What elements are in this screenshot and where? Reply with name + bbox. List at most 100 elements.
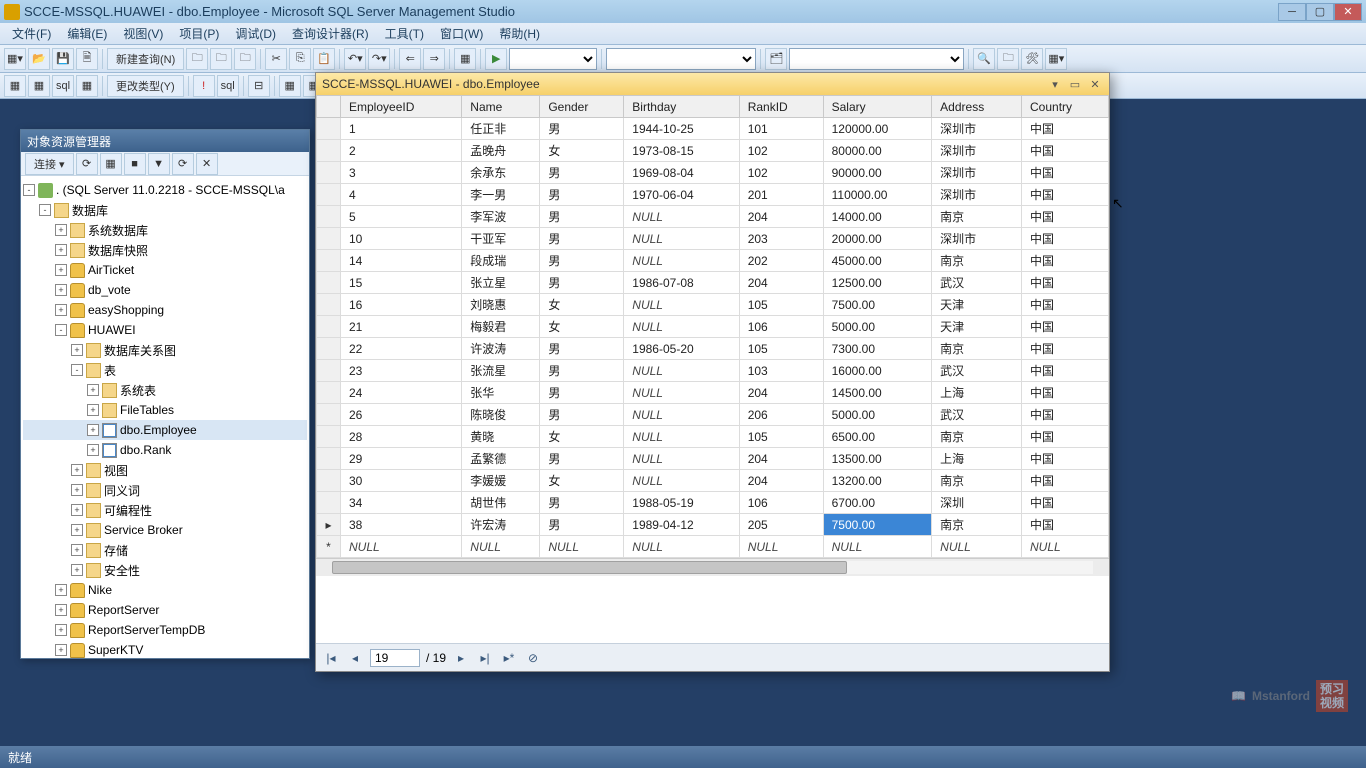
cell[interactable]: 1970-06-04 bbox=[624, 184, 739, 206]
cell[interactable]: 武汉 bbox=[932, 360, 1022, 382]
new-query-button[interactable]: 新建查询(N) bbox=[107, 48, 184, 70]
cell[interactable]: 中国 bbox=[1022, 382, 1109, 404]
tree-node[interactable]: +AirTicket bbox=[23, 260, 307, 280]
cell[interactable]: 女 bbox=[540, 470, 624, 492]
cell[interactable]: NULL bbox=[540, 536, 624, 558]
cell[interactable]: 105 bbox=[739, 426, 823, 448]
cell[interactable]: 男 bbox=[540, 184, 624, 206]
maximize-button[interactable]: ▢ bbox=[1306, 3, 1334, 21]
table-row[interactable]: 21梅毅君女NULL1065000.00天津中国 bbox=[317, 316, 1109, 338]
nav-last-icon[interactable]: ▸| bbox=[476, 649, 494, 667]
cell[interactable]: 深圳市 bbox=[932, 118, 1022, 140]
tree-node[interactable]: +可编程性 bbox=[23, 500, 307, 520]
cell[interactable]: 80000.00 bbox=[823, 140, 932, 162]
tree-node[interactable]: +dbo.Employee bbox=[23, 420, 307, 440]
expander-icon[interactable]: + bbox=[55, 604, 67, 616]
table-row[interactable]: 24张华男NULL20414500.00上海中国 bbox=[317, 382, 1109, 404]
tree-node[interactable]: +数据库快照 bbox=[23, 240, 307, 260]
menu-item[interactable]: 调试(D) bbox=[227, 23, 284, 44]
cell[interactable]: NULL bbox=[624, 250, 739, 272]
tree-node[interactable]: -. (SQL Server 11.0.2218 - SCCE-MSSQL\a bbox=[23, 180, 307, 200]
cell[interactable]: 204 bbox=[739, 206, 823, 228]
table-row[interactable]: 1任正非男1944-10-25101120000.00深圳市中国 bbox=[317, 118, 1109, 140]
cell[interactable]: 许宏涛 bbox=[462, 514, 540, 536]
redo-icon[interactable]: ↷▾ bbox=[368, 48, 390, 70]
cell[interactable]: 14500.00 bbox=[823, 382, 932, 404]
expander-icon[interactable]: - bbox=[71, 364, 83, 376]
cell[interactable]: 女 bbox=[540, 140, 624, 162]
expander-icon[interactable]: + bbox=[55, 304, 67, 316]
cell[interactable]: 14 bbox=[341, 250, 462, 272]
cell[interactable]: 南京 bbox=[932, 206, 1022, 228]
cell[interactable]: 张立星 bbox=[462, 272, 540, 294]
table-row[interactable]: 16刘晓惠女NULL1057500.00天津中国 bbox=[317, 294, 1109, 316]
tb-icon-5[interactable]: 🗂 bbox=[765, 48, 787, 70]
new-project-icon[interactable]: ▦▾ bbox=[4, 48, 26, 70]
menu-item[interactable]: 编辑(E) bbox=[59, 23, 115, 44]
tree-node[interactable]: -HUAWEI bbox=[23, 320, 307, 340]
table-row[interactable]: 10干亚军男NULL20320000.00深圳市中国 bbox=[317, 228, 1109, 250]
cut-icon[interactable]: ✂ bbox=[265, 48, 287, 70]
save-icon[interactable]: 💾 bbox=[52, 48, 74, 70]
tree-node[interactable]: +easyShopping bbox=[23, 300, 307, 320]
expander-icon[interactable]: + bbox=[55, 624, 67, 636]
expander-icon[interactable]: + bbox=[55, 584, 67, 596]
data-grid[interactable]: EmployeeIDNameGenderBirthdayRankIDSalary… bbox=[316, 95, 1109, 643]
cell[interactable]: 男 bbox=[540, 162, 624, 184]
cell[interactable]: 6700.00 bbox=[823, 492, 932, 514]
menu-item[interactable]: 工具(T) bbox=[377, 23, 432, 44]
qd-icon-3[interactable]: ▦ bbox=[76, 75, 98, 97]
cell[interactable]: 中国 bbox=[1022, 206, 1109, 228]
cell[interactable]: 6500.00 bbox=[823, 426, 932, 448]
cell[interactable]: 1 bbox=[341, 118, 462, 140]
cell[interactable]: 1944-10-25 bbox=[624, 118, 739, 140]
cell[interactable]: 4 bbox=[341, 184, 462, 206]
sql-icon[interactable]: sql bbox=[52, 75, 74, 97]
paste-icon[interactable]: 📋 bbox=[313, 48, 335, 70]
cell[interactable]: 16000.00 bbox=[823, 360, 932, 382]
cell[interactable]: 1969-08-04 bbox=[624, 162, 739, 184]
expander-icon[interactable]: + bbox=[55, 224, 67, 236]
cell[interactable]: 中国 bbox=[1022, 272, 1109, 294]
tree-node[interactable]: +存储 bbox=[23, 540, 307, 560]
cell[interactable]: 黄晓 bbox=[462, 426, 540, 448]
cell[interactable]: 余承东 bbox=[462, 162, 540, 184]
doc-restore-icon[interactable]: ▭ bbox=[1067, 77, 1083, 91]
menu-item[interactable]: 帮助(H) bbox=[491, 23, 548, 44]
cell[interactable]: 29 bbox=[341, 448, 462, 470]
cell[interactable]: 李军波 bbox=[462, 206, 540, 228]
nav-fwd-icon[interactable]: ⇒ bbox=[423, 48, 445, 70]
table-row[interactable]: 38许宏涛男1989-04-122057500.00南京中国 bbox=[317, 514, 1109, 536]
qd-icon-5[interactable]: ▦ bbox=[279, 75, 301, 97]
cell[interactable]: 中国 bbox=[1022, 294, 1109, 316]
tree-node[interactable]: +Service Broker bbox=[23, 520, 307, 540]
verify-sql-icon[interactable]: sql bbox=[217, 75, 239, 97]
cell[interactable]: 120000.00 bbox=[823, 118, 932, 140]
oe-refresh-icon[interactable]: ⟳ bbox=[76, 153, 98, 175]
cell[interactable]: NULL bbox=[624, 404, 739, 426]
tree-node[interactable]: +SuperKTV bbox=[23, 640, 307, 658]
column-header[interactable]: Birthday bbox=[624, 96, 739, 118]
cell[interactable]: 男 bbox=[540, 118, 624, 140]
cell[interactable]: 中国 bbox=[1022, 118, 1109, 140]
expander-icon[interactable]: - bbox=[55, 324, 67, 336]
cell[interactable]: 中国 bbox=[1022, 470, 1109, 492]
menu-item[interactable]: 查询设计器(R) bbox=[284, 23, 377, 44]
oe-filter-icon[interactable]: ▼ bbox=[148, 153, 170, 175]
cell[interactable]: NULL bbox=[624, 294, 739, 316]
cell[interactable]: 孟繁德 bbox=[462, 448, 540, 470]
cell[interactable]: 7300.00 bbox=[823, 338, 932, 360]
table-row[interactable]: 2孟晚舟女1973-08-1510280000.00深圳市中国 bbox=[317, 140, 1109, 162]
column-header[interactable]: Name bbox=[462, 96, 540, 118]
tree-node[interactable]: +视图 bbox=[23, 460, 307, 480]
expander-icon[interactable]: + bbox=[55, 644, 67, 656]
cell[interactable]: 1973-08-15 bbox=[624, 140, 739, 162]
cell[interactable]: 中国 bbox=[1022, 426, 1109, 448]
oe-icon-3[interactable]: ✕ bbox=[196, 153, 218, 175]
cell[interactable]: 南京 bbox=[932, 250, 1022, 272]
tb-icon-8[interactable]: 🛠 bbox=[1021, 48, 1043, 70]
table-row[interactable]: 4李一男男1970-06-04201110000.00深圳市中国 bbox=[317, 184, 1109, 206]
close-button[interactable]: ✕ bbox=[1334, 3, 1362, 21]
cell[interactable]: 110000.00 bbox=[823, 184, 932, 206]
cell[interactable]: 7500.00 bbox=[823, 294, 932, 316]
